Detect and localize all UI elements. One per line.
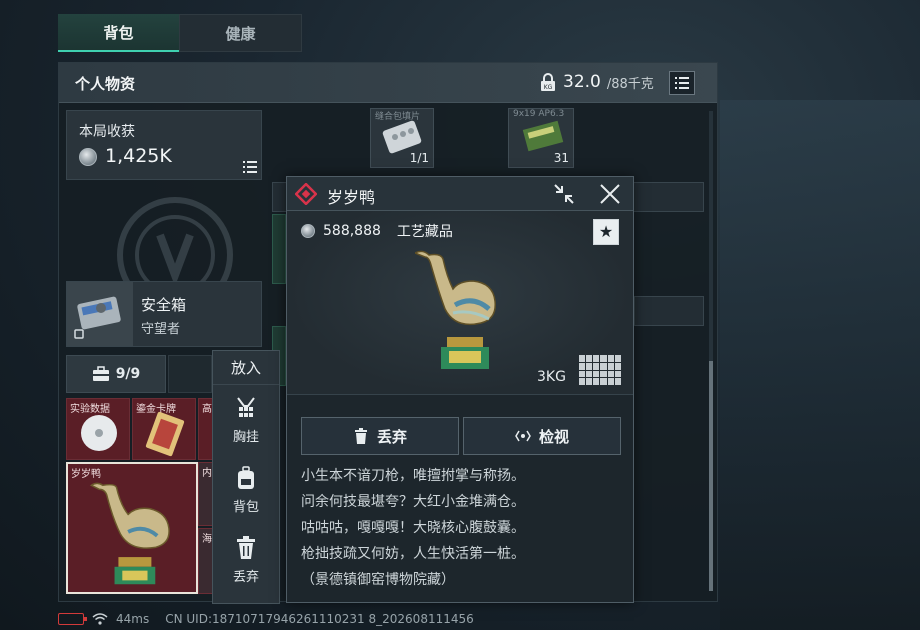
backpack-secondary-tab[interactable] bbox=[168, 355, 212, 393]
item-weight: 3KG bbox=[537, 369, 566, 385]
tab-health[interactable]: 健康 bbox=[179, 14, 302, 52]
list-view-button[interactable] bbox=[669, 71, 695, 95]
inventory-item-edge[interactable] bbox=[272, 214, 286, 284]
backpack-capacity: 9/9 bbox=[115, 366, 141, 382]
item-detail-popup: 岁岁鸭 588,888 工艺藏品 ★ 3KG 丢弃 检视 小生本不谙刀枪，唯擅拊… bbox=[286, 176, 634, 603]
gold-card-icon bbox=[145, 411, 185, 457]
menu-item-discard[interactable]: 丢弃 bbox=[213, 525, 279, 595]
status-footer: 44ms CN UID:18710717946261110231 8_20260… bbox=[58, 610, 474, 628]
earnings-value: 1,425K bbox=[105, 145, 172, 167]
panel-title: 个人物资 bbox=[75, 75, 136, 93]
earnings-list-icon[interactable] bbox=[243, 161, 257, 173]
coin-icon bbox=[301, 224, 315, 238]
panel-header: 个人物资 KG 32.0 /88千克 bbox=[59, 63, 717, 103]
menu-item-label: 胸挂 bbox=[232, 429, 259, 445]
description-line: 咕咕咕，嘎嘎嘎！大晓核心腹鼓囊。 bbox=[301, 520, 525, 536]
put-into-title: 放入 bbox=[213, 351, 279, 385]
weight-current: 32.0 bbox=[563, 72, 601, 92]
safe-box-icon bbox=[74, 296, 121, 339]
description-line: 问余何技最堪夸？大红小金堆满仓。 bbox=[301, 494, 525, 510]
menu-item-chest-rig[interactable]: 胸挂 bbox=[213, 385, 279, 455]
slot-count: 31 bbox=[553, 151, 569, 165]
disc-icon bbox=[81, 415, 117, 451]
item-description: 小生本不谙刀枪，唯擅拊掌与称扬。 问余何技最堪夸？大红小金堆满仓。 咕咕咕，嘎嘎… bbox=[301, 463, 621, 593]
put-into-menu: 放入 胸挂 背包 丢弃 bbox=[212, 350, 280, 604]
favorite-button[interactable]: ★ bbox=[593, 219, 619, 245]
weight-max: /88千克 bbox=[606, 76, 654, 92]
inspect-label: 检视 bbox=[538, 427, 569, 446]
item-preview: 588,888 工艺藏品 ★ 3KG bbox=[287, 211, 633, 395]
item-label: 高 bbox=[202, 404, 212, 415]
wifi-icon bbox=[92, 613, 108, 625]
safe-box-card[interactable]: 安全箱 守望者 bbox=[66, 281, 262, 347]
description-line: 枪拙技疏又何妨，人生快活第一桩。 bbox=[301, 546, 525, 562]
safe-box-subtitle: 守望者 bbox=[141, 322, 181, 337]
item-price-value: 588,888 bbox=[323, 223, 381, 239]
earnings-card: 本局收获 1,425K bbox=[66, 110, 262, 180]
backpack-item-duck[interactable]: 岁岁鸭 bbox=[66, 462, 198, 594]
menu-item-label: 背包 bbox=[232, 499, 259, 515]
backpack-item-gold-card[interactable]: 鎏金卡牌 bbox=[132, 398, 196, 460]
trash-icon bbox=[354, 428, 367, 444]
collapse-icon[interactable] bbox=[553, 183, 575, 205]
close-icon[interactable] bbox=[599, 183, 621, 205]
user-uid: CN UID:18710717946261110231 8_2026081114… bbox=[165, 612, 474, 626]
panel-scrollbar[interactable] bbox=[709, 111, 713, 591]
top-tabs: 背包 健康 bbox=[58, 14, 302, 52]
backpack-case-icon bbox=[92, 366, 109, 381]
weight-indicator: KG 32.0 /88千克 bbox=[539, 72, 654, 92]
discard-label: 丢弃 bbox=[376, 427, 407, 446]
rarity-diamond-icon bbox=[295, 183, 317, 205]
tab-backpack[interactable]: 背包 bbox=[58, 14, 179, 52]
menu-item-backpack[interactable]: 背包 bbox=[213, 455, 279, 525]
duck-figurine-image bbox=[415, 250, 496, 369]
earnings-label: 本局收获 bbox=[79, 124, 135, 140]
star-icon: ★ bbox=[598, 222, 614, 241]
background-scenery bbox=[720, 100, 920, 630]
menu-item-label: 丢弃 bbox=[232, 569, 259, 585]
svg-text:KG: KG bbox=[544, 84, 553, 91]
inspect-icon bbox=[515, 430, 531, 442]
safe-box-thumbnail bbox=[67, 282, 133, 346]
weight-lock-icon: KG bbox=[541, 73, 555, 91]
list-icon bbox=[675, 77, 689, 89]
backpack-capacity-tab[interactable]: 9/9 bbox=[66, 355, 166, 393]
scrollbar-thumb[interactable] bbox=[709, 361, 713, 591]
description-line: （景德镇御窑博物院藏） bbox=[301, 572, 455, 588]
item-name: 岁岁鸭 bbox=[327, 188, 376, 207]
item-label: 内 bbox=[202, 468, 212, 479]
safe-box-name: 安全箱 bbox=[141, 296, 187, 314]
slot-count: 1/1 bbox=[409, 151, 429, 165]
battery-icon bbox=[58, 613, 87, 625]
item-slot-ammo[interactable]: 9x19 AP6.3 31 bbox=[508, 108, 574, 168]
inspect-button[interactable]: 检视 bbox=[463, 417, 621, 455]
duck-figurine-icon bbox=[89, 482, 170, 585]
backpack-item-data[interactable]: 实验数据 bbox=[66, 398, 130, 460]
detail-header: 岁岁鸭 bbox=[287, 177, 633, 211]
discard-button[interactable]: 丢弃 bbox=[301, 417, 459, 455]
trash-icon bbox=[237, 535, 255, 559]
vest-icon bbox=[237, 396, 255, 417]
ping-value: 44ms bbox=[116, 612, 150, 626]
item-size-grid-icon bbox=[579, 355, 621, 385]
inventory-row bbox=[634, 296, 704, 326]
item-slot-bandage[interactable]: 缝合包填片 1/1 bbox=[370, 108, 434, 168]
description-line: 小生本不谙刀枪，唯擅拊掌与称扬。 bbox=[301, 468, 525, 484]
item-label: 海 bbox=[202, 534, 212, 545]
coin-icon bbox=[79, 148, 97, 166]
backpack-icon bbox=[238, 465, 254, 489]
